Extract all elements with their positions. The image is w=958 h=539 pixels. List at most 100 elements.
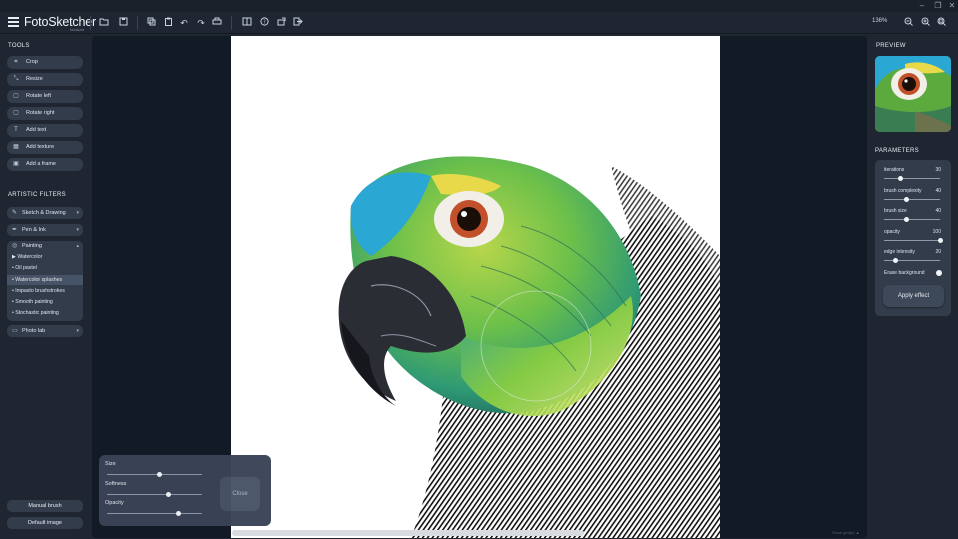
rotate-left-icon: ▢ — [13, 93, 19, 99]
app-logo: FotoSketcher — [24, 15, 96, 29]
rotate-left-button[interactable]: ▢ Rotate left — [7, 90, 83, 103]
opacity-param-slider-knob[interactable] — [937, 238, 943, 243]
parameters-heading: PARAMETERS — [875, 148, 919, 154]
preview-heading: PREVIEW — [876, 43, 906, 49]
brush-size-label: brush size — [884, 208, 907, 214]
minimize-button[interactable]: – — [914, 0, 930, 12]
redo-icon[interactable]: ↷ — [195, 17, 207, 29]
photo-icon: ▭ — [12, 328, 18, 334]
zoom-in-icon[interactable] — [919, 17, 931, 29]
rotate-left-label: Rotate left — [26, 93, 52, 99]
rotate-right-icon: ▢ — [13, 110, 19, 116]
add-frame-label: Add a frame — [26, 161, 56, 167]
chevron-up-icon: ▴ — [76, 243, 79, 249]
erase-background-label: Erase background — [884, 270, 925, 276]
copy-icon[interactable] — [145, 17, 157, 29]
apply-effect-button[interactable]: Apply effect — [883, 285, 944, 307]
manual-brush-button[interactable]: Manual brush — [7, 500, 83, 512]
exit-icon[interactable] — [292, 17, 304, 29]
resize-label: Resize — [26, 76, 43, 82]
pen-ink-dropdown[interactable]: ✒ Pen & Ink ▾ — [7, 224, 83, 236]
artistic-filters-heading: ARTISTIC FILTERS — [8, 192, 66, 198]
pen-ink-label: Pen & Ink — [22, 227, 46, 233]
brush-complexity-slider[interactable] — [884, 197, 940, 202]
edge-intensity-slider[interactable] — [884, 258, 940, 263]
parameters-panel: iterations 30 brush complexity 40 brush … — [875, 160, 951, 316]
brush-complexity-slider-knob[interactable] — [903, 197, 909, 202]
softness-slider-knob[interactable] — [166, 492, 172, 497]
iterations-slider-knob[interactable] — [898, 176, 904, 181]
rotate-right-button[interactable]: ▢ Rotate right — [7, 107, 83, 120]
softness-slider[interactable] — [107, 492, 202, 497]
add-text-button[interactable]: T Add text — [7, 124, 83, 137]
painting-item-stochastic[interactable]: • Stochastic painting — [12, 310, 59, 316]
add-texture-button[interactable]: ▦ Add texture — [7, 141, 83, 154]
size-slider[interactable] — [107, 472, 202, 477]
opacity-slider[interactable] — [107, 511, 202, 516]
resize-icon: ⤡ — [13, 76, 19, 82]
undo-icon[interactable]: ↶ — [178, 17, 190, 29]
resize-button[interactable]: ⤡ Resize — [7, 73, 83, 86]
painting-item-impasto[interactable]: • Impasto brushstrokes — [12, 288, 65, 294]
crop-label: Crop — [26, 59, 38, 65]
painting-label: Painting — [22, 243, 42, 249]
chevron-down-icon: ▾ — [76, 227, 79, 233]
painting-item-oil-pastel[interactable]: • Oil pastel — [12, 265, 37, 271]
pencil-icon: ✎ — [12, 210, 18, 216]
photo-lab-dropdown[interactable]: ▭ Photo lab ▾ — [7, 325, 83, 337]
default-image-button[interactable]: Default image — [7, 517, 83, 529]
main-toolbar: FotoSketcher foto&art ↶ ↷ ? 136% — [0, 12, 958, 34]
zoom-fit-icon[interactable] — [935, 17, 947, 29]
size-label: Size — [105, 461, 116, 467]
add-texture-label: Add texture — [26, 144, 55, 150]
brush-size-slider[interactable] — [884, 217, 940, 222]
painting-item-watercolor[interactable]: ▶ Watercolor — [12, 254, 42, 260]
painting-item-watercolor-splashes[interactable]: • Watercolor splashes — [7, 275, 83, 285]
open-folder-icon[interactable] — [98, 17, 110, 29]
save-icon[interactable] — [117, 17, 129, 29]
pen-icon: ✒ — [12, 227, 18, 233]
iterations-slider[interactable] — [884, 176, 940, 181]
close-window-button[interactable]: ✕ — [944, 0, 958, 12]
chevron-down-icon: ▾ — [76, 328, 79, 334]
size-slider-knob[interactable] — [156, 472, 162, 477]
opacity-param-slider[interactable] — [884, 238, 943, 243]
parrot-artwork — [338, 156, 720, 538]
add-text-label: Add text — [26, 127, 47, 133]
palette-icon: ◎ — [12, 243, 18, 249]
horizontal-scrollbar[interactable] — [232, 530, 584, 536]
crop-button[interactable]: ⌗ Crop — [7, 56, 83, 69]
title-bar: – ❐ ✕ — [0, 0, 958, 12]
opacity-param-label: opacity — [884, 229, 900, 235]
paste-icon[interactable] — [162, 17, 174, 29]
svg-text:?: ? — [263, 20, 266, 26]
help-icon[interactable]: ? — [258, 17, 270, 29]
brush-size-value: 40 — [935, 208, 941, 214]
erase-background-toggle[interactable] — [936, 270, 942, 276]
opacity-slider-knob[interactable] — [175, 511, 181, 516]
show-grid-toggle[interactable]: Show grid(s) ▲ — [832, 530, 860, 535]
edge-intensity-label: edge intensity — [884, 249, 915, 255]
zoom-out-icon[interactable] — [902, 17, 914, 29]
iterations-label: iterations — [884, 167, 905, 173]
painting-item-smooth[interactable]: • Smooth painting — [12, 299, 53, 305]
zoom-level: 136% — [872, 18, 888, 24]
brush-size-slider-knob[interactable] — [903, 217, 909, 222]
chevron-down-icon: ▾ — [76, 210, 79, 216]
rotate-right-label: Rotate right — [26, 110, 55, 116]
app-window: – ❐ ✕ FotoSketcher foto&art ↶ ↷ ? 136% T… — [0, 0, 958, 539]
hamburger-menu-icon[interactable] — [8, 17, 19, 27]
painting-header[interactable]: ◎ Painting ▴ — [7, 241, 83, 252]
edge-intensity-value: 20 — [935, 249, 941, 255]
compare-icon[interactable] — [241, 17, 253, 29]
print-icon[interactable] — [211, 17, 223, 29]
left-panel: TOOLS ⌗ Crop ⤡ Resize ▢ Rotate left ▢ Ro… — [0, 35, 88, 539]
parrot-image[interactable] — [231, 36, 720, 538]
add-frame-button[interactable]: ▣ Add a frame — [7, 158, 83, 171]
text-icon: T — [14, 127, 18, 133]
edge-intensity-slider-knob[interactable] — [892, 258, 898, 263]
share-icon[interactable] — [275, 17, 287, 29]
close-popup-button[interactable]: Close — [220, 477, 260, 511]
sketch-drawing-dropdown[interactable]: ✎ Sketch & Drawing ▾ — [7, 207, 83, 219]
toolbar-divider — [137, 16, 138, 30]
